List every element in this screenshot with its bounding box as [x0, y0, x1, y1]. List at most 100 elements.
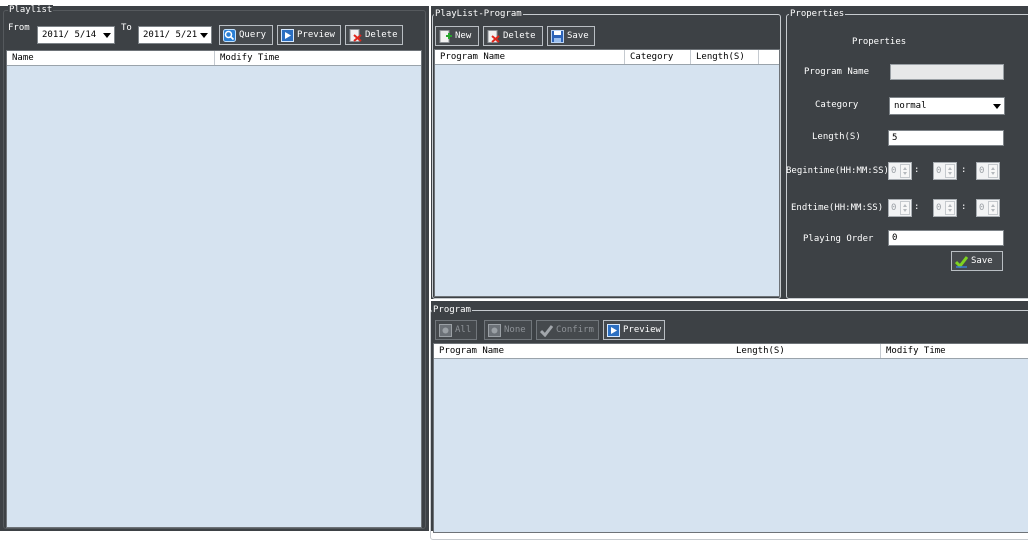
chevron-down-icon[interactable]	[993, 104, 1001, 109]
new-label: New	[455, 31, 472, 41]
begintime-minute-spinner[interactable]: 0	[933, 162, 957, 180]
from-date-picker[interactable]: 2011/ 5/14	[37, 26, 115, 44]
query-label: Query	[239, 30, 267, 40]
column-separator	[758, 50, 759, 64]
program-preview-label: Preview	[623, 325, 661, 335]
endtime-minute-value: 0	[936, 203, 942, 213]
endtime-hour-spinner[interactable]: 0	[888, 199, 912, 217]
colon-separator: :	[914, 165, 920, 175]
delete-icon	[487, 29, 500, 43]
properties-title: Properties	[789, 9, 846, 19]
column-header-category[interactable]: Category	[630, 50, 673, 64]
delete-label: Delete	[365, 30, 398, 40]
playlist-program-table[interactable]: Program Name Category Length(S)	[434, 49, 780, 297]
query-icon	[223, 28, 236, 42]
checkmark-icon	[954, 255, 969, 268]
column-separator	[690, 50, 691, 64]
playing-order-label: Playing Order	[803, 234, 874, 244]
program-panel: Program All None Confirm Preview Program…	[430, 301, 1028, 540]
new-icon	[439, 29, 452, 43]
spinner-arrows-icon[interactable]	[900, 201, 910, 215]
preview-label: Preview	[297, 30, 335, 40]
new-button[interactable]: New	[435, 26, 479, 46]
begintime-label: Begintime(HH:MM:SS)	[786, 166, 889, 176]
spinner-arrows-icon[interactable]	[900, 164, 910, 178]
endtime-second-value: 0	[979, 203, 985, 213]
begintime-hour-spinner[interactable]: 0	[888, 162, 912, 180]
spinner-arrows-icon[interactable]	[945, 164, 955, 178]
select-none-button[interactable]: None	[484, 320, 532, 340]
properties-save-label: Save	[971, 256, 993, 266]
column-separator	[880, 344, 881, 358]
playlist-program-delete-label: Delete	[503, 31, 536, 41]
category-value: normal	[894, 101, 927, 111]
playlist-program-save-button[interactable]: Save	[547, 26, 595, 46]
to-date-picker[interactable]: 2011/ 5/21	[138, 26, 212, 44]
program-table-header: Program Name Length(S) Modify Time	[434, 344, 1028, 359]
endtime-label: Endtime(HH:MM:SS)	[791, 203, 884, 213]
program-name-label: Program Name	[804, 67, 870, 77]
column-header-program-name[interactable]: Program Name	[439, 344, 504, 358]
properties-panel: Properties Properties Program Name Categ…	[783, 6, 1028, 299]
colon-separator: :	[961, 165, 967, 175]
select-none-label: None	[504, 325, 526, 335]
play-icon	[607, 323, 620, 337]
select-none-icon	[488, 323, 501, 337]
delete-button[interactable]: Delete	[345, 25, 403, 45]
begintime-second-value: 0	[979, 166, 985, 176]
endtime-second-spinner[interactable]: 0	[976, 199, 1000, 217]
delete-icon	[349, 28, 362, 42]
column-header-name[interactable]: Name	[12, 51, 34, 65]
begintime-hour-value: 0	[891, 166, 897, 176]
checkmark-icon	[539, 324, 554, 337]
program-name-input[interactable]	[890, 64, 1004, 80]
select-all-icon	[439, 323, 452, 337]
chevron-down-icon[interactable]	[200, 33, 208, 38]
colon-separator: :	[961, 202, 967, 212]
spinner-arrows-icon[interactable]	[988, 201, 998, 215]
begintime-second-spinner[interactable]: 0	[976, 162, 1000, 180]
confirm-label: Confirm	[556, 325, 594, 335]
playlist-program-save-label: Save	[567, 31, 589, 41]
length-input[interactable]: 5	[888, 130, 1004, 146]
to-date-value: 2011/ 5/21	[143, 30, 198, 40]
select-all-button[interactable]: All	[435, 320, 477, 340]
confirm-button[interactable]: Confirm	[536, 320, 599, 340]
program-preview-button[interactable]: Preview	[603, 320, 665, 340]
category-select[interactable]: normal	[889, 97, 1005, 115]
playlist-table-header: Name Modify Time	[7, 51, 421, 66]
program-title: Program	[432, 305, 472, 315]
length-label: Length(S)	[812, 132, 861, 142]
properties-heading: Properties	[852, 37, 907, 47]
playing-order-input[interactable]: 0	[888, 230, 1004, 246]
begintime-minute-value: 0	[936, 166, 942, 176]
playlist-program-panel: PlayList-Program New Delete Save Program…	[431, 6, 783, 299]
column-header-modify-time[interactable]: Modify Time	[220, 51, 280, 65]
column-separator	[624, 50, 625, 64]
playlist-table[interactable]: Name Modify Time	[6, 50, 422, 528]
from-date-value: 2011/ 5/14	[42, 30, 97, 40]
colon-separator: :	[914, 202, 920, 212]
program-table[interactable]: Program Name Length(S) Modify Time	[433, 343, 1028, 533]
from-label: From	[8, 23, 30, 33]
preview-button[interactable]: Preview	[277, 25, 341, 45]
column-header-length[interactable]: Length(S)	[736, 344, 785, 358]
chevron-down-icon[interactable]	[103, 33, 111, 38]
to-label: To	[121, 23, 132, 33]
endtime-hour-value: 0	[891, 203, 897, 213]
column-header-length[interactable]: Length(S)	[696, 50, 745, 64]
playlist-title: Playlist	[8, 5, 54, 15]
playlist-program-delete-button[interactable]: Delete	[483, 26, 543, 46]
endtime-minute-spinner[interactable]: 0	[933, 199, 957, 217]
column-header-modify-time[interactable]: Modify Time	[886, 344, 946, 358]
properties-save-button[interactable]: Save	[951, 251, 1003, 271]
floppy-disk-icon	[551, 29, 564, 43]
column-separator	[214, 51, 215, 65]
spinner-arrows-icon[interactable]	[988, 164, 998, 178]
column-header-program-name[interactable]: Program Name	[440, 50, 505, 64]
spinner-arrows-icon[interactable]	[945, 201, 955, 215]
query-button[interactable]: Query	[219, 25, 273, 45]
category-label: Category	[815, 100, 859, 110]
select-all-label: All	[455, 325, 472, 335]
playlist-program-title: PlayList-Program	[434, 9, 523, 19]
